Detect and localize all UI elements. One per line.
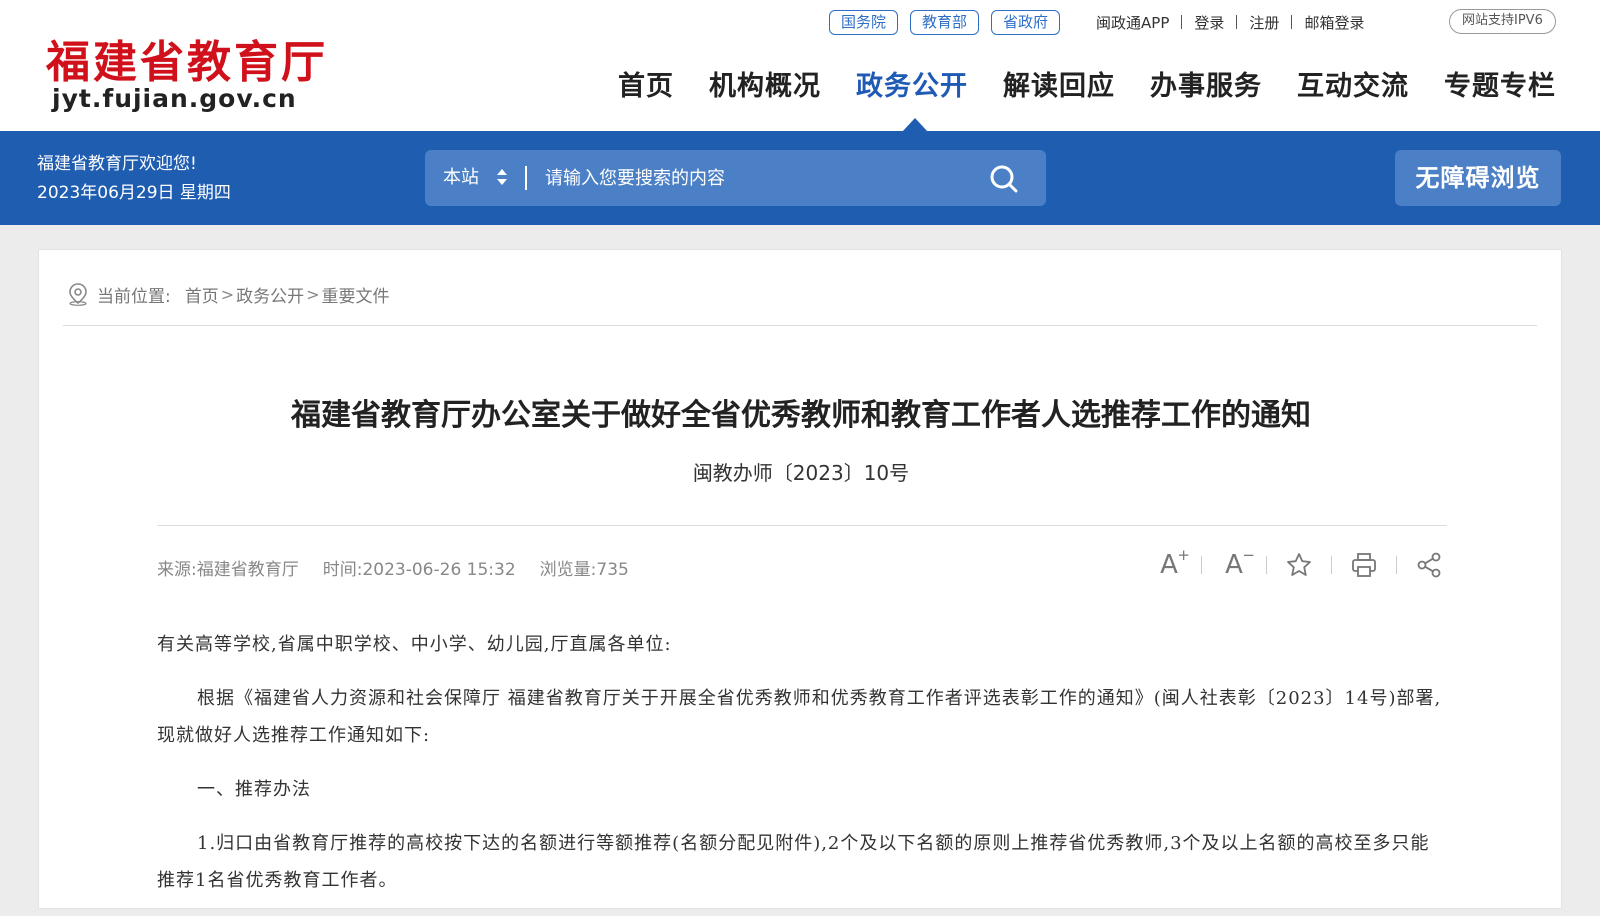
search-box: 本站 [425, 150, 1046, 206]
nav-special-topics[interactable]: 专题专栏 [1444, 64, 1556, 103]
paragraph-heading: 一、推荐办法 [197, 779, 311, 800]
article-tools: A + A − [1149, 546, 1449, 583]
share-icon [1417, 552, 1441, 578]
divider [1291, 15, 1293, 29]
site-header: 福建省教育厅 jyt.fujian.gov.cn 国务院 教育部 省政府 闽政通… [0, 0, 1600, 132]
site-logo-text[interactable]: 福建省教育厅 [46, 26, 328, 90]
font-decrease-icon: A − [1225, 546, 1255, 580]
breadcrumb-gov-affairs[interactable]: 政务公开 [236, 282, 304, 307]
article-views: 浏览量:735 [539, 560, 629, 580]
link-ministry-education[interactable]: 教育部 [910, 9, 980, 35]
article-title: 福建省教育厅办公室关于做好全省优秀教师和教育工作者人选推荐工作的通知 [291, 398, 1311, 433]
nav-organization[interactable]: 机构概况 [709, 64, 821, 103]
divider [157, 525, 1447, 526]
current-date: 2023年06月29日 星期四 [37, 183, 231, 203]
print-icon [1352, 553, 1376, 577]
breadcrumb-label: 当前位置: [97, 286, 171, 307]
article-meta: 来源:福建省教育厅 时间:2023-06-26 15:32 浏览量:735 [157, 555, 653, 580]
welcome-text: 福建省教育厅欢迎您! [37, 154, 197, 174]
article-card: 当前位置: 首页 > 政务公开 > 重要文件 福建省教育厅办公室关于做好全省优秀… [38, 249, 1562, 909]
breadcrumb-separator: > [220, 284, 235, 304]
link-register[interactable]: 注册 [1249, 12, 1279, 33]
paragraph-intro: 根据《福建省人力资源和社会保障厅 福建省教育厅关于开展全省优秀教师和优秀教育工作… [157, 688, 1442, 746]
font-decrease-button[interactable]: A − [1214, 546, 1255, 583]
link-mzt-app[interactable]: 闽政通APP [1096, 12, 1169, 33]
breadcrumb-separator: > [306, 284, 320, 304]
main-nav: 首页 机构概况 政务公开 解读回应 办事服务 互动交流 专题专栏 [618, 64, 1556, 103]
search-scope-select[interactable]: 本站 [443, 150, 479, 206]
paragraph-salutation: 有关高等学校,省属中职学校、中小学、幼儿园,厅直属各单位: [157, 634, 672, 655]
accessibility-button[interactable]: 无障碍浏览 [1395, 150, 1561, 206]
link-login[interactable]: 登录 [1194, 12, 1224, 33]
nav-services[interactable]: 办事服务 [1150, 64, 1262, 103]
font-increase-button[interactable]: A + [1149, 546, 1190, 583]
article-time: 时间:2023-06-26 15:32 [322, 560, 516, 580]
nav-gov-affairs[interactable]: 政务公开 [856, 64, 968, 103]
breadcrumb: 当前位置: 首页 > 政务公开 > 重要文件 [67, 282, 390, 307]
active-nav-indicator [902, 118, 928, 132]
nav-interpretation[interactable]: 解读回应 [1003, 64, 1115, 103]
search-icon[interactable] [987, 162, 1021, 196]
welcome-block: 福建省教育厅欢迎您! 2023年06月29日 星期四 [37, 150, 231, 208]
link-state-council[interactable]: 国务院 [829, 9, 899, 35]
link-mail-login[interactable]: 邮箱登录 [1304, 12, 1364, 33]
welcome-search-bar: 福建省教育厅欢迎您! 2023年06月29日 星期四 本站 无障碍浏览 [0, 131, 1600, 225]
article-source: 来源:福建省教育厅 [157, 560, 299, 580]
link-provincial-gov[interactable]: 省政府 [991, 9, 1061, 35]
font-increase-icon: A + [1160, 546, 1190, 580]
divider [1331, 556, 1332, 574]
divider [1181, 15, 1183, 29]
ipv6-badge: 网站支持IPV6 [1449, 9, 1556, 34]
divider [1396, 556, 1397, 574]
top-links: 国务院 教育部 省政府 闽政通APP 登录 注册 邮箱登录 [829, 9, 1364, 35]
divider [1266, 556, 1267, 574]
search-input[interactable] [545, 158, 965, 198]
divider [63, 325, 1537, 326]
article-body: 有关高等学校,省属中职学校、中小学、幼儿园,厅直属各单位: 根据《福建省人力资源… [157, 626, 1447, 916]
site-domain[interactable]: jyt.fujian.gov.cn [52, 84, 297, 113]
favorite-button[interactable] [1279, 547, 1319, 583]
document-number: 闽教办师〔2023〕10号 [692, 461, 910, 485]
share-button[interactable] [1409, 547, 1449, 583]
updown-arrow-icon[interactable] [497, 169, 507, 187]
star-icon [1287, 553, 1311, 576]
divider [1236, 15, 1238, 29]
divider [525, 166, 527, 190]
breadcrumb-home[interactable]: 首页 [185, 282, 219, 307]
print-button[interactable] [1344, 547, 1384, 583]
nav-home[interactable]: 首页 [618, 64, 674, 103]
paragraph-item-1: 1.归口由省教育厅推荐的高校按下达的名额进行等额推荐(名额分配见附件),2个及以… [157, 833, 1430, 891]
nav-interaction[interactable]: 互动交流 [1297, 64, 1409, 103]
breadcrumb-important-docs[interactable]: 重要文件 [322, 282, 390, 307]
location-pin-icon [69, 283, 87, 306]
divider [1201, 556, 1202, 574]
